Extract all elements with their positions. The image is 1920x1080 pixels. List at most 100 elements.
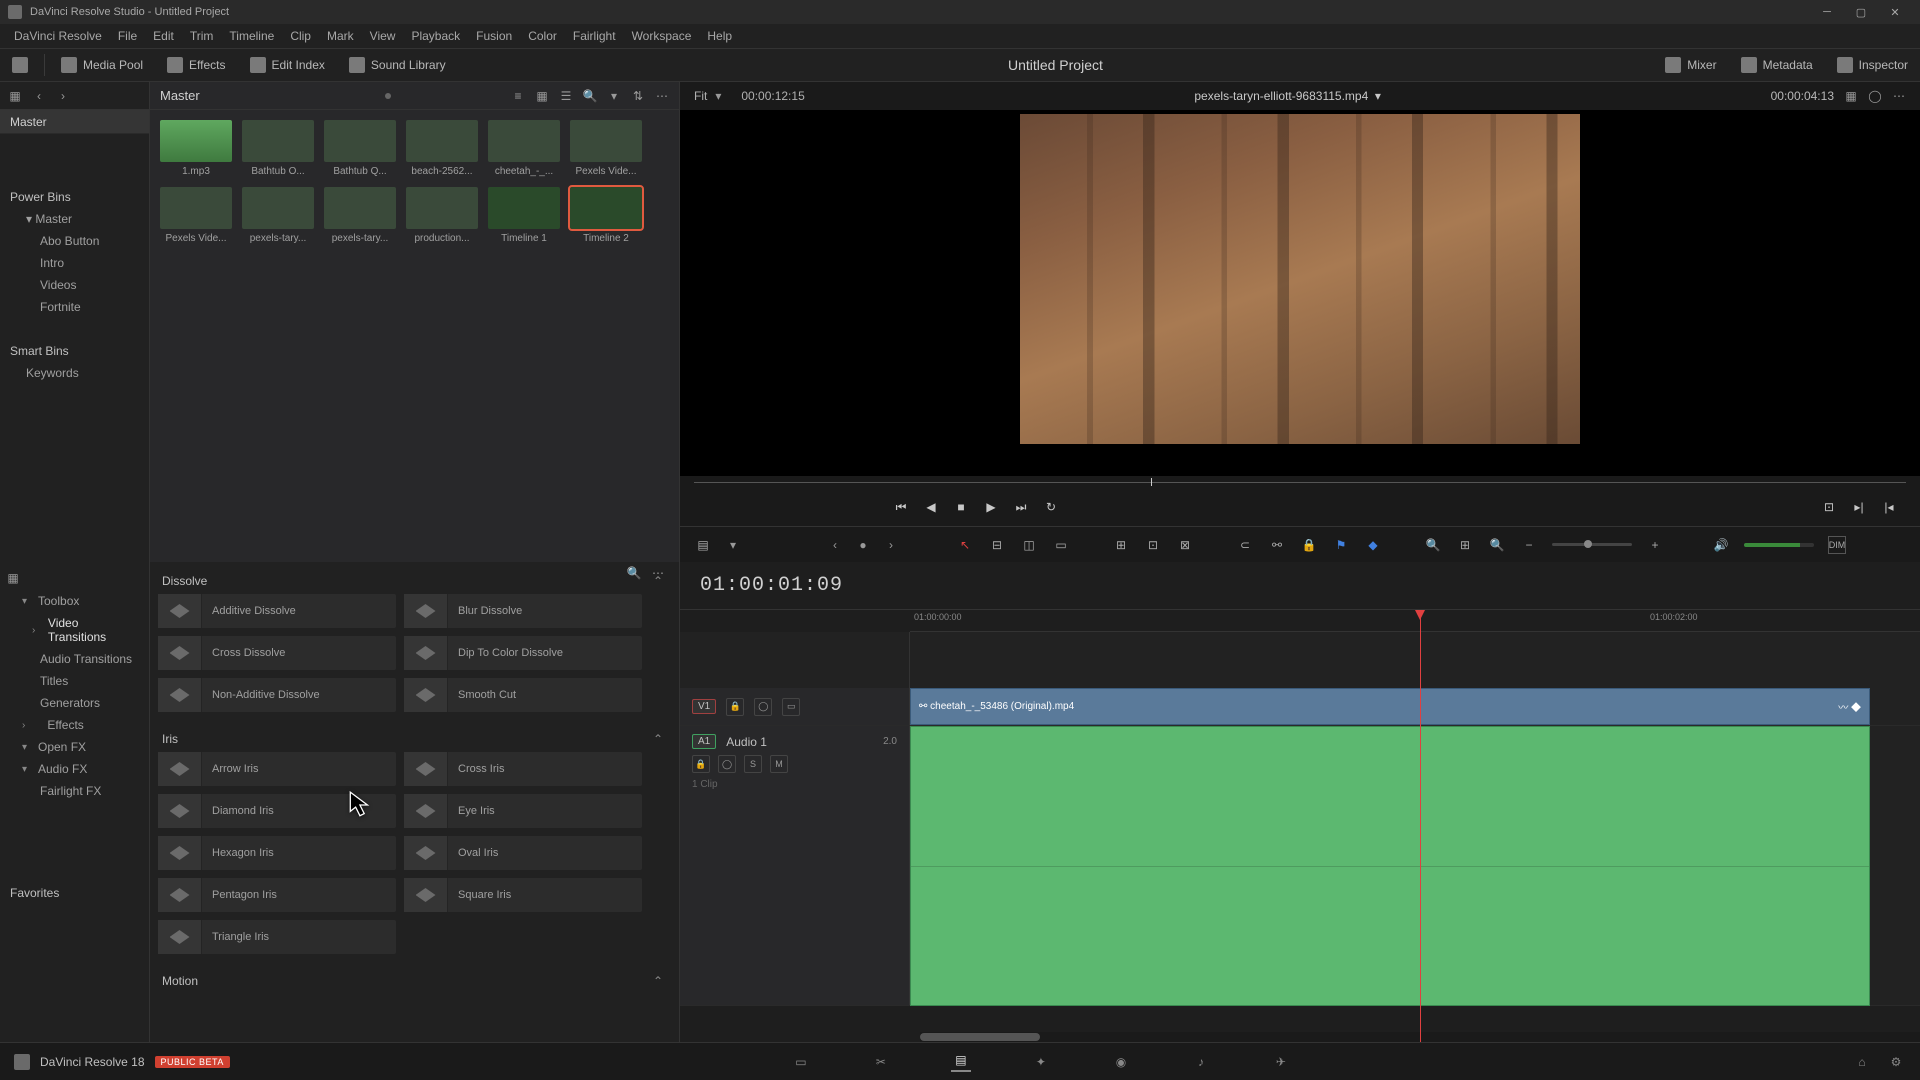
- replace-icon[interactable]: ⊠: [1176, 536, 1194, 554]
- transition-item[interactable]: Triangle Iris: [158, 920, 396, 954]
- view-dropdown-icon[interactable]: ▾: [726, 538, 740, 552]
- fusion-page-icon[interactable]: ✦: [1031, 1052, 1051, 1072]
- flag-icon[interactable]: ⚑: [1332, 536, 1350, 554]
- breadcrumb[interactable]: Master: [160, 88, 200, 103]
- media-thumb[interactable]: 1.mp3: [160, 120, 232, 177]
- menu-help[interactable]: Help: [699, 24, 740, 48]
- timeline-view-icon[interactable]: ▤: [694, 536, 712, 554]
- sort-icon[interactable]: ⇅: [631, 89, 645, 103]
- bin-fwd-icon[interactable]: ›: [56, 89, 70, 103]
- zoom-to-fit-icon[interactable]: 🔍: [1424, 536, 1442, 554]
- stop-button[interactable]: ■: [952, 498, 970, 516]
- group-iris[interactable]: Iris: [162, 732, 178, 746]
- powerbin-item[interactable]: Fortnite: [0, 296, 149, 318]
- media-thumb[interactable]: Pexels Vide...: [570, 120, 642, 177]
- menu-workspace[interactable]: Workspace: [624, 24, 700, 48]
- next-edit-icon[interactable]: ▸|: [1850, 498, 1868, 516]
- transition-item[interactable]: Cross Dissolve: [158, 636, 396, 670]
- cut-page-icon[interactable]: ✂: [871, 1052, 891, 1072]
- match-frame-icon[interactable]: ⊡: [1820, 498, 1838, 516]
- solo-button[interactable]: S: [744, 755, 762, 773]
- media-pool-button[interactable]: Media Pool: [49, 48, 155, 82]
- media-thumb[interactable]: pexels-tary...: [242, 187, 314, 244]
- menu-mark[interactable]: Mark: [319, 24, 362, 48]
- powerbin-item[interactable]: ▾ Master: [0, 208, 149, 230]
- volume-icon[interactable]: 🔊: [1712, 536, 1730, 554]
- mixer-button[interactable]: Mixer: [1653, 48, 1728, 82]
- link-icon[interactable]: ⚯: [1268, 536, 1286, 554]
- search-icon[interactable]: 🔍: [583, 89, 597, 103]
- cat-favorites[interactable]: Favorites: [0, 882, 149, 904]
- selection-tool-icon[interactable]: ↖: [956, 536, 974, 554]
- cat-effects[interactable]: › Effects: [0, 714, 149, 736]
- disable-track-icon[interactable]: ▭: [782, 698, 800, 716]
- powerbin-item[interactable]: Videos: [0, 274, 149, 296]
- collapse-icon[interactable]: ⌃: [653, 732, 663, 746]
- metadata-view-icon[interactable]: ≡: [511, 89, 525, 103]
- viewer-fit[interactable]: Fit: [694, 89, 707, 103]
- bin-back-icon[interactable]: ‹: [32, 89, 46, 103]
- cat-toolbox[interactable]: ▾Toolbox: [0, 590, 149, 612]
- list-view-icon[interactable]: ☰: [559, 89, 573, 103]
- snapping-icon[interactable]: ⊂: [1236, 536, 1254, 554]
- menu-playback[interactable]: Playback: [403, 24, 468, 48]
- dim-button[interactable]: DIM: [1828, 536, 1846, 554]
- goto-start-button[interactable]: ⏮: [892, 498, 910, 516]
- lock-icon[interactable]: 🔒: [1300, 536, 1318, 554]
- maximize-button[interactable]: ▢: [1844, 0, 1878, 24]
- viewer-mode-icon[interactable]: ▦: [1844, 89, 1858, 103]
- zoom-in-icon[interactable]: +: [1646, 536, 1664, 554]
- effects-button[interactable]: Effects: [155, 48, 237, 82]
- lock-track-icon[interactable]: 🔒: [726, 698, 744, 716]
- minimize-button[interactable]: ─: [1810, 0, 1844, 24]
- media-page-icon[interactable]: ▭: [791, 1052, 811, 1072]
- eff-search-icon[interactable]: 🔍: [627, 566, 641, 580]
- zoom-out-icon[interactable]: −: [1520, 536, 1538, 554]
- media-thumb[interactable]: pexels-tary...: [324, 187, 396, 244]
- clip-fx-icon[interactable]: 〰 ◆: [1838, 699, 1861, 714]
- prev-edit-icon[interactable]: |◂: [1880, 498, 1898, 516]
- viewer-bypass-icon[interactable]: ◯: [1868, 89, 1882, 103]
- transition-item[interactable]: Pentagon Iris: [158, 878, 396, 912]
- home-icon[interactable]: ⌂: [1852, 1052, 1872, 1072]
- transition-item[interactable]: Diamond Iris: [158, 794, 396, 828]
- smartbin-item[interactable]: Keywords: [0, 362, 149, 384]
- zoom-slider[interactable]: [1552, 543, 1632, 546]
- audio-clip[interactable]: [910, 726, 1870, 1006]
- transition-item[interactable]: Arrow Iris: [158, 752, 396, 786]
- inspector-button[interactable]: Inspector: [1825, 48, 1920, 82]
- settings-icon[interactable]: ⚙: [1886, 1052, 1906, 1072]
- loop-button[interactable]: ↻: [1042, 498, 1060, 516]
- timeline-timecode[interactable]: 01:00:01:09: [700, 574, 843, 597]
- group-motion[interactable]: Motion: [162, 974, 198, 988]
- media-thumb[interactable]: Bathtub O...: [242, 120, 314, 177]
- color-page-icon[interactable]: ◉: [1111, 1052, 1131, 1072]
- media-thumb[interactable]: Bathtub Q...: [324, 120, 396, 177]
- a-lock-icon[interactable]: 🔒: [692, 755, 710, 773]
- eff-panel-icon[interactable]: ▦: [6, 571, 20, 585]
- transition-item[interactable]: Smooth Cut: [404, 678, 642, 712]
- cat-titles[interactable]: Titles: [0, 670, 149, 692]
- edit-index-button[interactable]: Edit Index: [238, 48, 337, 82]
- step-back-button[interactable]: ◀: [922, 498, 940, 516]
- mute-button[interactable]: M: [770, 755, 788, 773]
- cat-openfx[interactable]: ▾Open FX: [0, 736, 149, 758]
- media-thumb[interactable]: beach-2562...: [406, 120, 478, 177]
- transition-item[interactable]: Blur Dissolve: [404, 594, 642, 628]
- play-button[interactable]: ▶: [982, 498, 1000, 516]
- cat-audiofx[interactable]: ▾Audio FX: [0, 758, 149, 780]
- metadata-button[interactable]: Metadata: [1729, 48, 1825, 82]
- nav-marker-icon[interactable]: ●: [856, 538, 870, 552]
- media-thumb[interactable]: cheetah_-_...: [488, 120, 560, 177]
- menu-timeline[interactable]: Timeline: [221, 24, 282, 48]
- media-thumb[interactable]: Pexels Vide...: [160, 187, 232, 244]
- nav-next-icon[interactable]: ›: [884, 538, 898, 552]
- transition-item[interactable]: Cross Iris: [404, 752, 642, 786]
- viewer-scrubber[interactable]: [680, 476, 1920, 488]
- transition-item[interactable]: Additive Dissolve: [158, 594, 396, 628]
- powerbin-item[interactable]: Intro: [0, 252, 149, 274]
- a1-track-header[interactable]: A1 Audio 1 2.0 🔒 ◯ S M 1 Clip: [680, 726, 910, 1005]
- overwrite-icon[interactable]: ⊡: [1144, 536, 1162, 554]
- viewer-clipname[interactable]: pexels-taryn-elliott-9683115.mp4 ▾: [805, 89, 1771, 103]
- group-dissolve[interactable]: Dissolve: [162, 574, 207, 588]
